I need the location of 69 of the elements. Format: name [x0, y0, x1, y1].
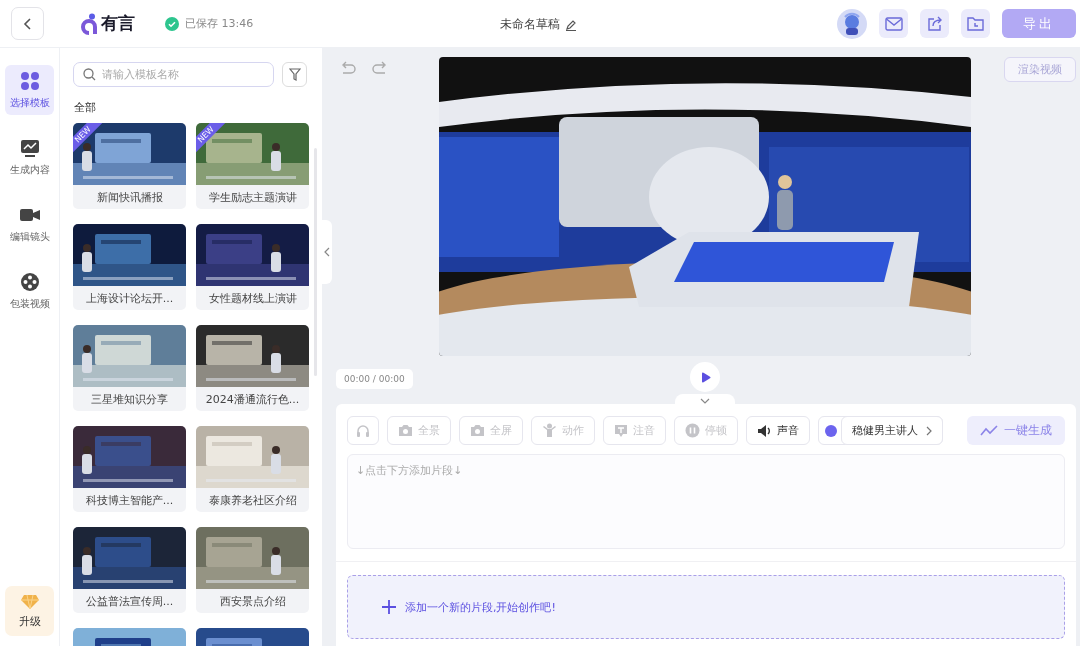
person-icon: [542, 423, 557, 438]
grid-icon: [19, 70, 40, 91]
chevron-left-icon: [324, 247, 330, 257]
template-title: 科技博主智能产...: [84, 492, 175, 509]
folder-button[interactable]: [961, 9, 990, 38]
template-card[interactable]: 上海设计论坛开...: [73, 224, 186, 310]
play-button[interactable]: [690, 362, 720, 392]
camera-icon: [398, 424, 413, 437]
logo-text: 有言: [101, 12, 135, 35]
chart-icon: [19, 137, 40, 158]
edit-icon[interactable]: [565, 18, 577, 31]
nav-item[interactable]: 编辑镜头: [5, 199, 54, 249]
search-field[interactable]: 请输入模板名称: [73, 62, 274, 87]
mail-icon: [884, 16, 903, 31]
undo-icon[interactable]: [340, 61, 356, 75]
redo-icon[interactable]: [372, 61, 388, 75]
upgrade-button[interactable]: 升级: [5, 586, 54, 636]
collapse-handle[interactable]: [322, 220, 332, 284]
template-card[interactable]: 女性题材线上演讲: [196, 224, 309, 310]
template-title: 三星堆知识分享: [90, 391, 169, 408]
add-segment-button[interactable]: 添加一个新的片段,开始创作吧!: [347, 575, 1065, 639]
template-title: 公益普法宣传周...: [84, 593, 175, 610]
nav-item[interactable]: 包装视频: [5, 266, 54, 316]
template-title: 上海设计论坛开...: [84, 290, 175, 307]
document-title: 未命名草稿: [500, 16, 560, 33]
plus-icon: [381, 599, 397, 615]
script-input[interactable]: ↓点击下方添加片段↓: [347, 454, 1065, 549]
template-card[interactable]: 2024潘通流行色...: [196, 325, 309, 411]
nav-item[interactable]: 生成内容: [5, 132, 54, 182]
template-card[interactable]: 三星堆知识分享: [73, 325, 186, 411]
tool-button[interactable]: 声音: [746, 416, 810, 445]
share-button[interactable]: [920, 9, 949, 38]
save-status: 已保存 13:46: [185, 16, 254, 31]
template-title: 2024潘通流行色...: [204, 391, 301, 408]
template-card[interactable]: 公益普法宣传周...: [73, 527, 186, 613]
diamond-icon: [19, 593, 40, 610]
text-icon: [614, 423, 628, 438]
template-title: 新闻快讯播报: [95, 189, 164, 206]
folder-icon: [967, 16, 984, 31]
category-label: 全部: [74, 100, 97, 115]
play-icon: [701, 371, 711, 383]
template-title: 学生励志主题演讲: [207, 189, 298, 206]
voice-selector[interactable]: 稳健男主讲人: [841, 416, 943, 445]
pause-icon: [685, 423, 700, 438]
voice-avatar: [825, 425, 837, 437]
chevron-down-icon: [700, 398, 710, 404]
chevron-right-icon: [926, 425, 932, 436]
template-title: 女性题材线上演讲: [207, 290, 298, 307]
template-card[interactable]: 泰康养老社区介绍: [196, 426, 309, 512]
robot-avatar[interactable]: [837, 8, 867, 39]
mail-button[interactable]: [879, 9, 908, 38]
trend-icon: [980, 425, 998, 436]
film-reel-icon: [19, 271, 40, 292]
back-button[interactable]: [11, 7, 44, 40]
filter-icon: [288, 68, 301, 81]
share-icon: [926, 15, 943, 32]
headphones-icon: [356, 423, 370, 438]
speaker-icon: [757, 423, 772, 438]
template-title: 西安景点介绍: [218, 593, 287, 610]
time-display: 00:00 / 00:00: [336, 369, 413, 389]
template-title: 泰康养老社区介绍: [207, 492, 298, 509]
template-card[interactable]: 西安景点介绍: [196, 527, 309, 613]
template-card[interactable]: 科技博主智能产...: [73, 426, 186, 512]
filter-button[interactable]: [282, 62, 307, 87]
nav-item[interactable]: 选择模板: [5, 65, 54, 115]
check-icon: [165, 16, 179, 31]
logo-icon: [80, 12, 98, 35]
chevron-left-icon: [22, 16, 33, 31]
camera-icon: [470, 424, 485, 437]
